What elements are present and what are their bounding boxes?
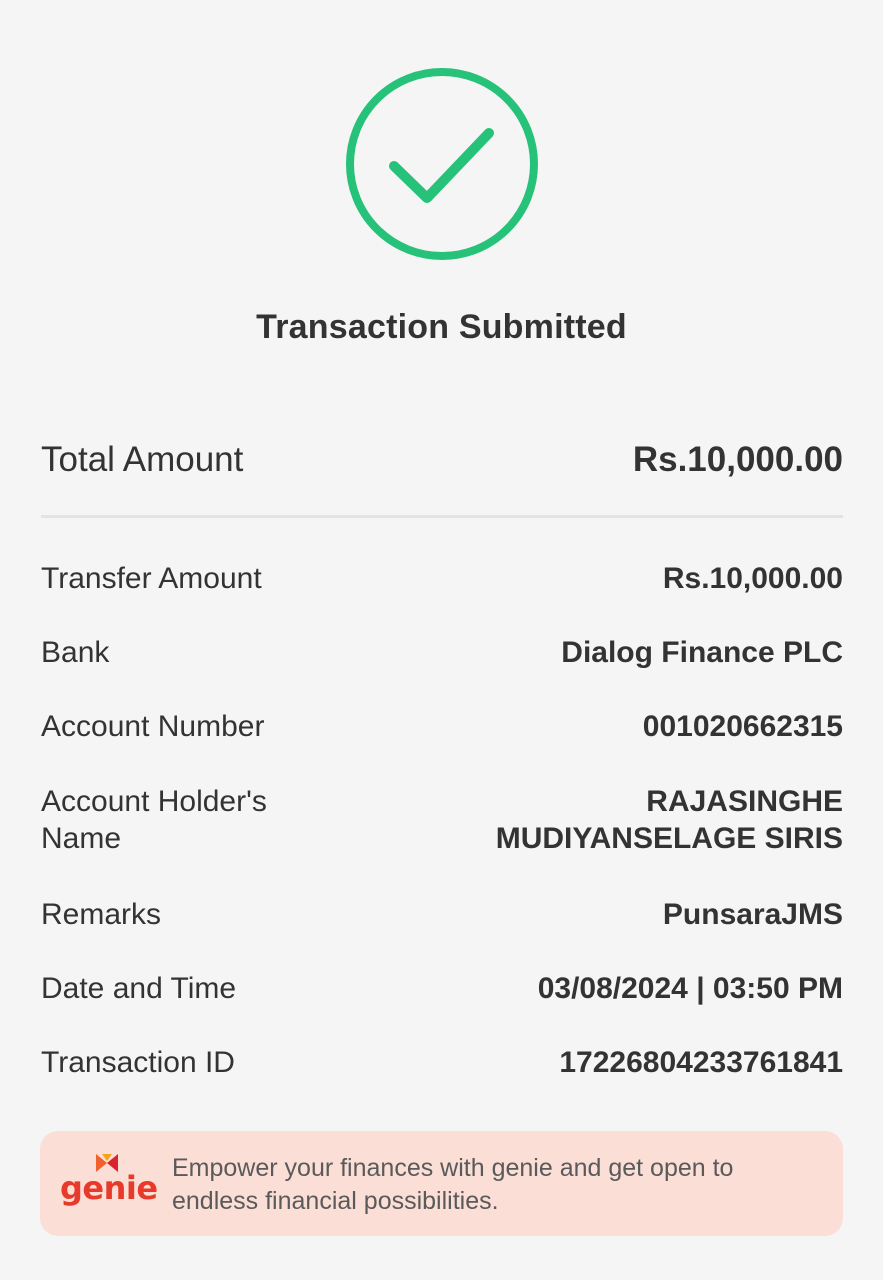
detail-label: Transfer Amount: [41, 562, 262, 595]
detail-row-transfer-amount: Transfer Amount Rs.10,000.00: [41, 560, 843, 597]
detail-label: Transaction ID: [41, 1046, 235, 1079]
detail-label: Bank: [41, 636, 110, 669]
detail-label: Account Holder's Name: [41, 785, 267, 855]
detail-value: RAJASINGHE MUDIYANSELAGE SIRIS: [495, 785, 843, 855]
detail-value: Rs.10,000.00: [662, 562, 843, 595]
detail-value: 17226804233761841: [559, 1046, 843, 1079]
detail-row-account-number: Account Number 001020662315: [41, 708, 843, 745]
detail-label: Remarks: [41, 898, 162, 931]
detail-row-remarks: Remarks PunsaraJMS: [41, 896, 843, 933]
promo-message: Empower your finances with genie and get…: [172, 1154, 734, 1215]
detail-value: 001020662315: [642, 710, 843, 743]
total-amount-row: Total Amount Rs.10,000.00: [41, 440, 843, 480]
genie-promo-banner[interactable]: genie Empower your finances with genie a…: [40, 1131, 843, 1236]
page-title: Transaction Submitted: [256, 308, 627, 346]
total-amount-value: Rs.10,000.00: [632, 440, 843, 479]
check-circle-icon: [346, 68, 538, 260]
detail-row-transaction-id: Transaction ID 17226804233761841: [41, 1044, 843, 1081]
detail-row-bank: Bank Dialog Finance PLC: [41, 634, 843, 671]
total-amount-label: Total Amount: [41, 440, 244, 479]
detail-label: Date and Time: [41, 972, 237, 1005]
detail-row-account-holder-name: Account Holder's Name RAJASINGHE MUDIYAN…: [41, 783, 843, 857]
detail-value: Dialog Finance PLC: [561, 636, 843, 669]
detail-row-date-time: Date and Time 03/08/2024 | 03:50 PM: [41, 970, 843, 1007]
genie-logo-text: genie: [60, 1169, 158, 1207]
divider: [41, 515, 843, 518]
detail-value: 03/08/2024 | 03:50 PM: [537, 972, 843, 1005]
detail-value: PunsaraJMS: [662, 898, 843, 931]
genie-logo: genie: [58, 1149, 158, 1219]
detail-label: Account Number: [41, 710, 265, 743]
